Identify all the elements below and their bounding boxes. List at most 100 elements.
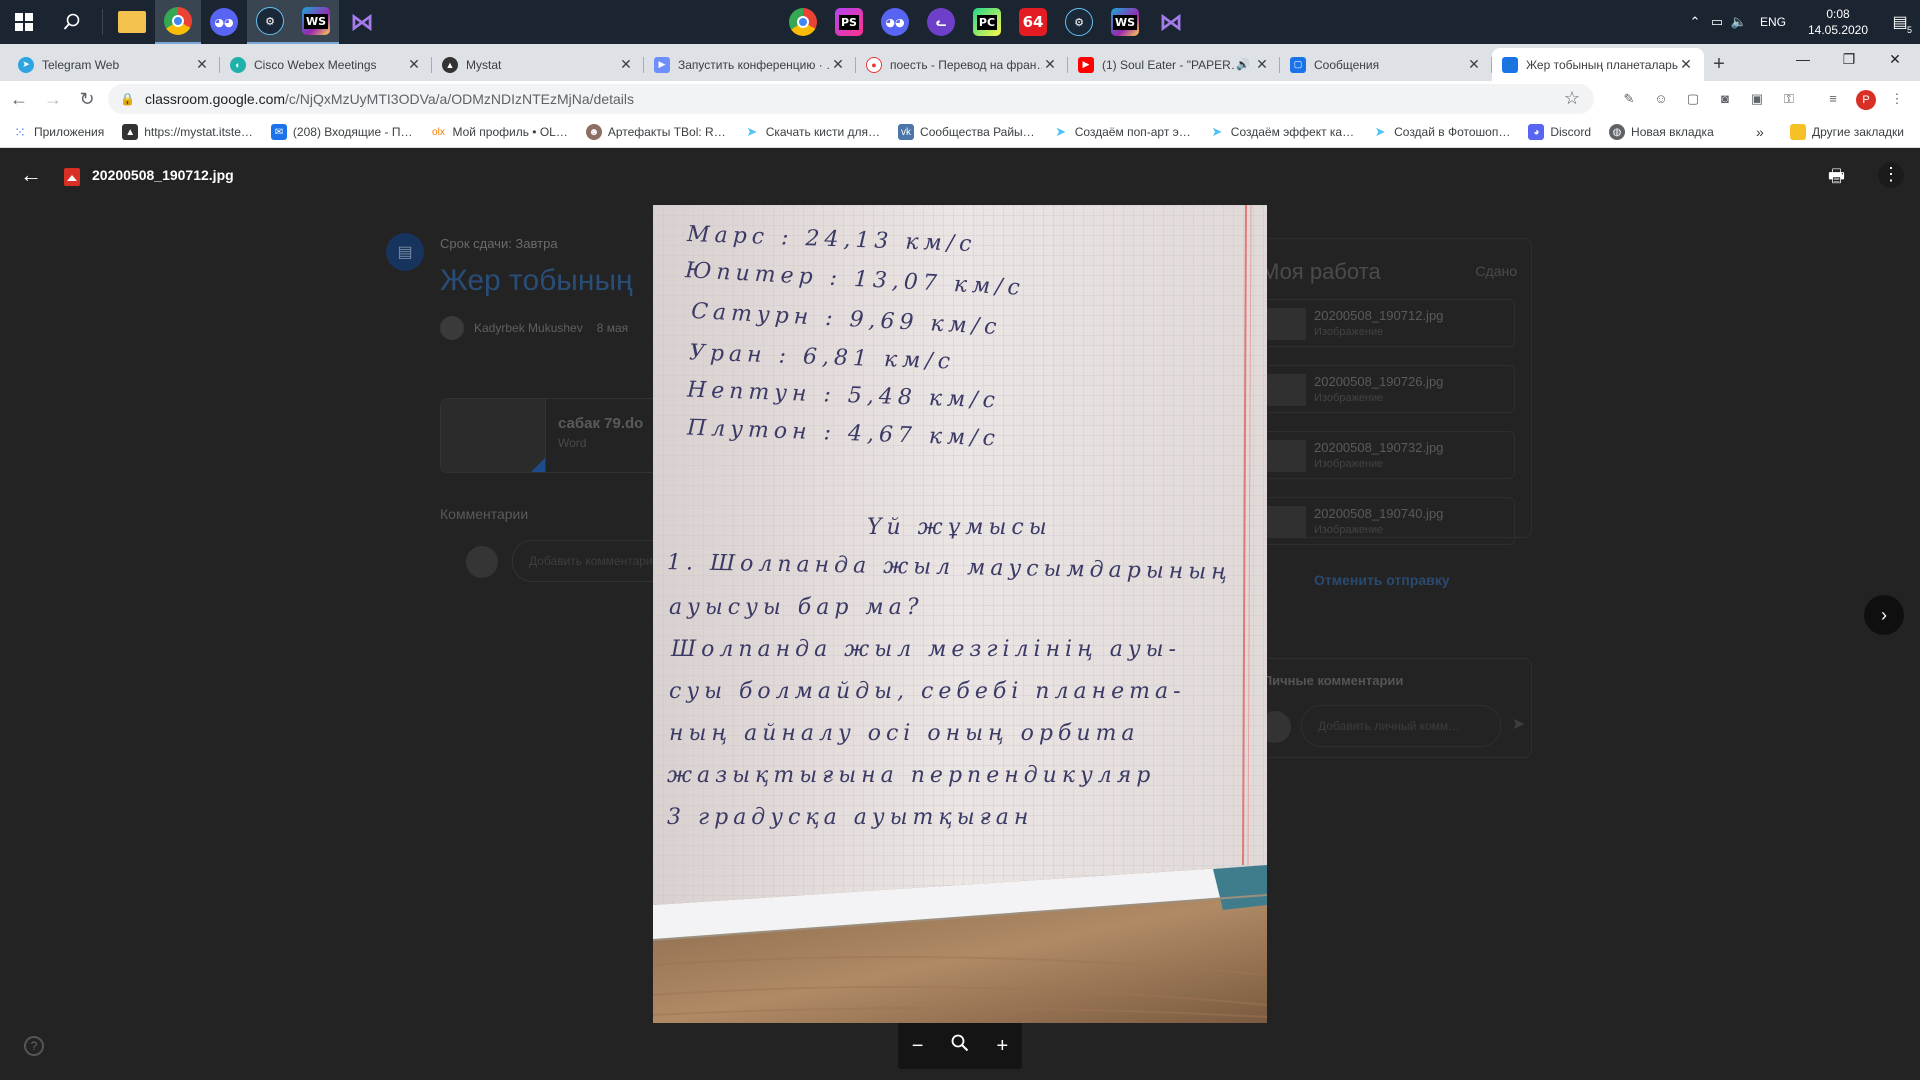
restore-icon[interactable]: ❐ bbox=[1826, 44, 1872, 74]
zoom-reset-magnifier-icon[interactable] bbox=[951, 1034, 969, 1058]
print-icon[interactable]: 🖶 bbox=[1828, 164, 1845, 194]
avatar bbox=[440, 316, 464, 340]
tab-youtube[interactable]: ▶ (1) Soul Eater - "PAPER… 🔊 ✕ bbox=[1068, 48, 1280, 81]
audio-playing-icon[interactable]: 🔊 bbox=[1236, 58, 1250, 71]
profile-avatar[interactable]: P bbox=[1856, 90, 1876, 110]
search-icon[interactable] bbox=[48, 0, 96, 44]
close-icon[interactable]: ✕ bbox=[1466, 56, 1482, 73]
bookmark-label: Сообщества Райы… bbox=[920, 125, 1035, 139]
taskbar-pycharm[interactable]: PC bbox=[964, 0, 1010, 44]
zoom-out-icon[interactable]: − bbox=[912, 1035, 924, 1058]
webstorm-icon: WS bbox=[1111, 8, 1139, 36]
taskbar-phpstorm[interactable]: PS bbox=[826, 0, 872, 44]
taskbar-aida64[interactable]: 64 bbox=[1010, 0, 1056, 44]
close-icon[interactable]: ✕ bbox=[1042, 56, 1058, 73]
taskbar-visual-studio[interactable]: ⋈ bbox=[339, 0, 385, 44]
network-icon[interactable]: ▭ bbox=[1706, 14, 1728, 30]
back-arrow-icon[interactable]: ← bbox=[20, 162, 42, 188]
more-bookmarks-chevron-icon[interactable]: » bbox=[1756, 124, 1764, 140]
status-badge: Сдано bbox=[1475, 263, 1517, 279]
submitted-file[interactable]: 20200508_190732.jpg Изображение bbox=[1257, 431, 1515, 479]
more-vert-icon[interactable]: ⋮ bbox=[1878, 162, 1904, 188]
other-bookmarks[interactable]: Другие закладки bbox=[1790, 124, 1904, 140]
author-name: Kadyrbek Mukushev bbox=[474, 321, 583, 335]
close-icon[interactable]: ✕ bbox=[406, 56, 422, 73]
tab-messages[interactable]: ▢ Сообщения ✕ bbox=[1280, 48, 1492, 81]
send-icon[interactable]: ➤ bbox=[1512, 714, 1525, 734]
bookmark-mystat[interactable]: ▲ https://mystat.itste… bbox=[122, 124, 253, 140]
submitted-file[interactable]: 20200508_190726.jpg Изображение bbox=[1257, 365, 1515, 413]
tab-title: поесть - Перевод на фран… bbox=[890, 57, 1042, 72]
close-icon[interactable]: ✕ bbox=[1254, 56, 1270, 73]
unsubmit-button[interactable]: Отменить отправку bbox=[1314, 572, 1450, 588]
tab-webex[interactable]: ◐ Cisco Webex Meetings ✕ bbox=[220, 48, 432, 81]
forward-arrow-icon[interactable]: → bbox=[38, 84, 68, 114]
bookmark-discord[interactable]: ◕ Discord bbox=[1528, 124, 1591, 140]
taskbar-chrome-2[interactable] bbox=[780, 0, 826, 44]
taskbar-github[interactable]: ᓚ bbox=[918, 0, 964, 44]
tab-conference[interactable]: ▶ Запустить конференцию · … ✕ bbox=[644, 48, 856, 81]
help-icon[interactable]: ? bbox=[24, 1036, 44, 1056]
taskbar-steam-2[interactable]: ⚙ bbox=[1056, 0, 1102, 44]
language-indicator[interactable]: ENG bbox=[1760, 15, 1786, 29]
reload-icon[interactable]: ↻ bbox=[72, 84, 102, 114]
tab-classroom[interactable]: 👤 Жер тобының планеталары ✕ bbox=[1492, 48, 1704, 81]
eyedropper-icon[interactable]: ✎ bbox=[1620, 90, 1638, 108]
taskbar-steam[interactable]: ⚙ bbox=[247, 0, 293, 44]
key-icon[interactable]: ⚿ bbox=[1780, 90, 1798, 108]
extension-box-icon[interactable]: ▣ bbox=[1748, 90, 1766, 108]
submitted-file[interactable]: 20200508_190712.jpg Изображение bbox=[1257, 299, 1515, 347]
class-comment-input[interactable]: Добавить комментарий bbox=[512, 540, 672, 582]
volume-icon[interactable]: 🔈 bbox=[1728, 14, 1750, 30]
chrome-menu-icon[interactable]: ⋮ bbox=[1888, 90, 1906, 108]
bookmark-popart[interactable]: ➤ Создаём поп-арт э… bbox=[1053, 124, 1191, 140]
bookmark-star-icon[interactable]: ☆ bbox=[1564, 88, 1580, 109]
file-name: 20200508_190732.jpg bbox=[1314, 440, 1444, 455]
taskbar-discord-2[interactable]: ◕◕ bbox=[872, 0, 918, 44]
camera-icon[interactable]: ◙ bbox=[1716, 90, 1734, 108]
clock[interactable]: 0:08 14.05.2020 bbox=[1796, 6, 1880, 38]
bookmark-mail[interactable]: ✉ (208) Входящие - П… bbox=[270, 124, 412, 140]
taskbar-chrome[interactable] bbox=[155, 0, 201, 44]
close-icon[interactable]: ✕ bbox=[194, 56, 210, 73]
zoom-in-icon[interactable]: + bbox=[997, 1035, 1009, 1058]
tab-telegram[interactable]: ➤ Telegram Web ✕ bbox=[8, 48, 220, 81]
window-close-icon[interactable]: ✕ bbox=[1872, 44, 1918, 74]
tab-translate[interactable]: ● поесть - Перевод на фран… ✕ bbox=[856, 48, 1068, 81]
bookmark-apps[interactable]: ⁙ Приложения bbox=[12, 124, 104, 140]
close-icon[interactable]: ✕ bbox=[618, 56, 634, 73]
lock-icon[interactable]: 🔒 bbox=[120, 92, 135, 106]
bookmark-effect[interactable]: ➤ Создаём эффект ка… bbox=[1209, 124, 1354, 140]
taskbar-file-explorer[interactable] bbox=[109, 0, 155, 44]
media-queue-icon[interactable]: ≡ bbox=[1824, 90, 1842, 108]
taskbar-webstorm[interactable]: WS bbox=[293, 0, 339, 44]
bookmark-artifacts[interactable]: ☻ Артефакты ТBol: R… bbox=[585, 124, 726, 140]
tab-mystat[interactable]: ▲ Mystat ✕ bbox=[432, 48, 644, 81]
close-icon[interactable]: ✕ bbox=[1678, 56, 1694, 73]
extension-blank-icon[interactable]: ▢ bbox=[1684, 90, 1702, 108]
minimize-icon[interactable]: — bbox=[1780, 44, 1826, 74]
bookmark-olx[interactable]: olx Мой профиль • OL… bbox=[430, 124, 568, 140]
attachment-card[interactable]: сабак 79.do Word bbox=[440, 398, 660, 473]
address-bar[interactable]: 🔒 classroom.google.com/c/NjQxMzUyMTI3ODV… bbox=[108, 84, 1594, 114]
submitted-file[interactable]: 20200508_190740.jpg Изображение bbox=[1257, 497, 1515, 545]
visual-studio-icon: ⋈ bbox=[350, 8, 374, 36]
new-tab-button[interactable]: + bbox=[1704, 48, 1734, 81]
taskbar-discord[interactable]: ◕◕ bbox=[201, 0, 247, 44]
private-comments-heading: Личные комментарии bbox=[1263, 673, 1404, 688]
bookmark-vk[interactable]: vk Сообщества Райы… bbox=[898, 124, 1035, 140]
windows-start-icon[interactable] bbox=[0, 0, 48, 44]
chevron-up-icon[interactable]: ⌃ bbox=[1684, 14, 1706, 30]
taskbar-visual-studio-2[interactable]: ⋈ bbox=[1148, 0, 1194, 44]
bookmark-photoshop[interactable]: ➤ Создай в Фотошоп… bbox=[1372, 124, 1511, 140]
taskbar-webstorm-2[interactable]: WS bbox=[1102, 0, 1148, 44]
private-comment-input[interactable]: Добавить личный комм… bbox=[1301, 705, 1501, 747]
bookmark-brushes[interactable]: ➤ Скачать кисти для… bbox=[744, 124, 880, 140]
back-arrow-icon[interactable]: ← bbox=[4, 84, 34, 114]
close-icon[interactable]: ✕ bbox=[830, 56, 846, 73]
browser-toolbar: ← → ↻ 🔒 classroom.google.com/c/NjQxMzUyM… bbox=[0, 81, 1920, 117]
bookmark-new-tab[interactable]: ◍ Новая вкладка bbox=[1609, 124, 1714, 140]
notification-center-icon[interactable]: ▤ 5 bbox=[1880, 0, 1920, 44]
extension-icon[interactable]: ☺ bbox=[1652, 90, 1670, 108]
next-image-chevron-icon[interactable]: › bbox=[1864, 595, 1904, 635]
